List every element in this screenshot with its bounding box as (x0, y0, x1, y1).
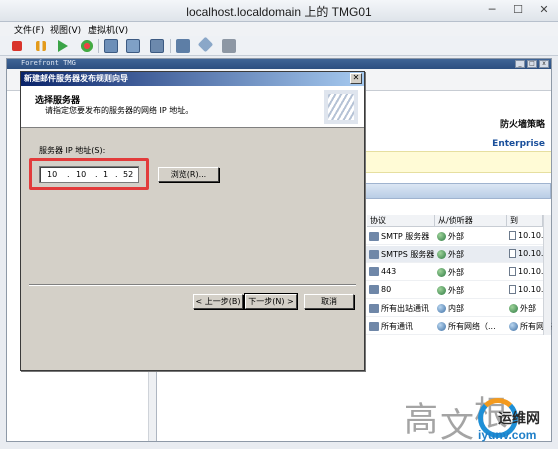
ip-octet-3: 1 (103, 170, 109, 179)
globe-icon (437, 250, 446, 259)
protocol-cell: SMTPS 服务器 (381, 250, 435, 259)
menubar: 文件(F) 视图(V) 虚拟机(V) (0, 22, 558, 36)
ip-dot: . (115, 170, 118, 179)
ip-octet-1: 10 (47, 170, 58, 179)
wizard-separator (29, 284, 356, 286)
wizard-title: 新建邮件服务器发布规则向导 (24, 74, 128, 83)
from-cell: 所有网络（... (448, 322, 496, 331)
stop-icon[interactable] (12, 41, 22, 51)
toolbar (0, 36, 558, 56)
watermark-char: 文 (440, 406, 474, 446)
protocol-cell: 443 (381, 267, 397, 276)
cancel-button[interactable]: 取消 (304, 294, 354, 309)
wizard-banner-icon (324, 90, 358, 124)
maximize-icon[interactable]: ☐ (510, 3, 526, 17)
watermark-site: iyunv.com (478, 428, 537, 442)
reset-icon[interactable] (80, 39, 94, 53)
from-cell: 外部 (448, 250, 464, 259)
protocol-icon (369, 304, 379, 313)
back-button[interactable]: < 上一步(B) (193, 294, 243, 309)
network-icon (437, 304, 446, 313)
publish-wizard-dialog: 新建邮件服务器发布规则向导 ✕ 选择服务器 请指定您要发布的服务器的网络 IP … (20, 71, 365, 371)
column-header-to[interactable]: 到 (507, 215, 543, 227)
close-icon[interactable]: ✕ (536, 3, 552, 17)
browse-button[interactable]: 浏览(R)... (158, 167, 219, 182)
computer-icon (509, 231, 516, 240)
table-scrollbar[interactable] (543, 215, 551, 335)
window-title: localhost.localdomain 上的 TMG01 (186, 5, 372, 19)
from-cell: 外部 (448, 286, 464, 295)
computer-icon (509, 285, 516, 294)
send-keys-icon[interactable] (176, 39, 190, 53)
edition-label: Enterprise (492, 139, 545, 149)
tmg-window-controls: _ □ x (515, 60, 549, 68)
wizard-titlebar: 新建邮件服务器发布规则向导 ✕ (21, 72, 364, 86)
protocol-icon (369, 285, 379, 294)
tmg-close-icon[interactable]: x (539, 60, 549, 68)
to-cell: 外部 (520, 304, 536, 313)
vm-titlebar: localhost.localdomain 上的 TMG01 ─ ☐ ✕ (0, 0, 558, 22)
tmg-minimize-icon[interactable]: _ (515, 60, 525, 68)
usb-icon[interactable] (197, 36, 214, 53)
globe-icon (437, 286, 446, 295)
computer-icon (509, 267, 516, 276)
from-cell: 外部 (448, 268, 464, 277)
play-icon[interactable] (58, 40, 68, 52)
pause-icon[interactable] (36, 41, 46, 51)
column-header-protocol[interactable]: 协议 (367, 215, 435, 227)
menu-vm[interactable]: 虚拟机(V) (88, 23, 128, 36)
protocol-icon (369, 232, 379, 241)
computer-icon (509, 249, 516, 258)
toolbar-separator (98, 39, 99, 53)
snapshot-icon[interactable] (104, 39, 118, 53)
manage-snapshot-icon[interactable] (150, 39, 164, 53)
protocol-icon (369, 250, 379, 259)
tmg-title: Forefront TMG (21, 59, 76, 67)
protocol-icon (369, 267, 379, 276)
tmg-maximize-icon[interactable]: □ (527, 60, 537, 68)
next-button[interactable]: 下一步(N) > (244, 293, 298, 310)
from-cell: 内部 (448, 304, 464, 313)
network-icon (437, 322, 446, 331)
close-icon[interactable]: ✕ (350, 73, 362, 84)
watermark-brand: 运维网 (498, 411, 540, 427)
wizard-header: 选择服务器 请指定您要发布的服务器的网络 IP 地址。 (21, 86, 364, 128)
globe-icon (437, 268, 446, 277)
ip-dot: . (67, 170, 70, 179)
protocol-cell: 80 (381, 285, 392, 294)
protocol-cell: 所有出站通讯 (381, 304, 429, 313)
protocol-cell: 所有通讯 (381, 322, 413, 331)
ip-octet-4: 52 (123, 170, 134, 179)
column-header-from[interactable]: 从/侦听器 (435, 215, 507, 227)
settings-icon[interactable] (222, 39, 236, 53)
from-cell: 外部 (448, 232, 464, 241)
globe-icon (437, 232, 446, 241)
policy-title: 防火墙策略 (499, 120, 545, 130)
menu-view[interactable]: 视图(V) (50, 23, 81, 36)
toolbar-separator (170, 39, 171, 53)
network-icon (509, 322, 518, 331)
ip-octet-2: 10 (76, 170, 87, 179)
ip-dot: . (95, 170, 98, 179)
revert-icon[interactable] (126, 39, 140, 53)
globe-icon (509, 304, 518, 313)
protocol-icon (369, 322, 379, 331)
minimize-icon[interactable]: ─ (484, 3, 500, 17)
server-ip-label: 服务器 IP 地址(S): (39, 146, 106, 155)
window-controls: ─ ☐ ✕ (484, 3, 552, 17)
tmg-titlebar: Forefront TMG _ □ x (7, 59, 551, 69)
menu-file[interactable]: 文件(F) (14, 23, 44, 36)
server-ip-input[interactable]: 10 . 10 . 1 . 52 (39, 166, 139, 183)
wizard-step-subtitle: 请指定您要发布的服务器的网络 IP 地址。 (45, 106, 194, 115)
protocol-cell: SMTP 服务器 (381, 232, 430, 241)
watermark-char: 高 (404, 400, 438, 440)
